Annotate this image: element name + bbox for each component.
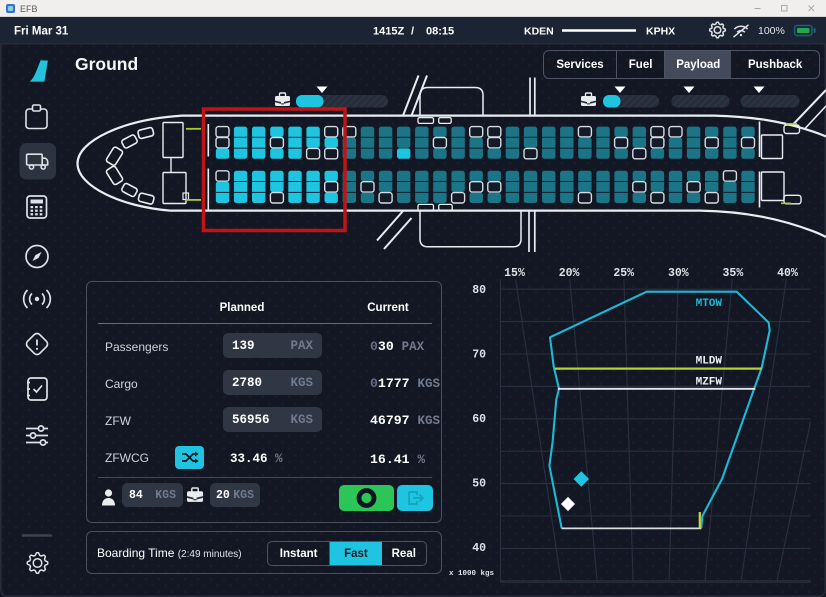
svg-text:70: 70	[472, 349, 486, 362]
svg-text:25%: 25%	[613, 267, 634, 280]
svg-text:MZFW: MZFW	[696, 377, 723, 389]
svg-text:x 1000 kgs: x 1000 kgs	[449, 570, 495, 578]
svg-text:40%: 40%	[777, 267, 798, 280]
svg-text:50: 50	[472, 477, 486, 490]
svg-text:Ground: Ground	[75, 54, 138, 74]
svg-text:15%: 15%	[504, 267, 525, 280]
svg-text:MTOW: MTOW	[696, 298, 723, 310]
svg-text:MLDW: MLDW	[696, 356, 723, 368]
svg-text:35%: 35%	[723, 267, 744, 280]
svg-text:20%: 20%	[559, 267, 580, 280]
svg-text:60: 60	[472, 413, 486, 426]
svg-text:80: 80	[472, 284, 486, 297]
svg-text:40: 40	[472, 542, 486, 555]
svg-text:30%: 30%	[668, 267, 689, 280]
